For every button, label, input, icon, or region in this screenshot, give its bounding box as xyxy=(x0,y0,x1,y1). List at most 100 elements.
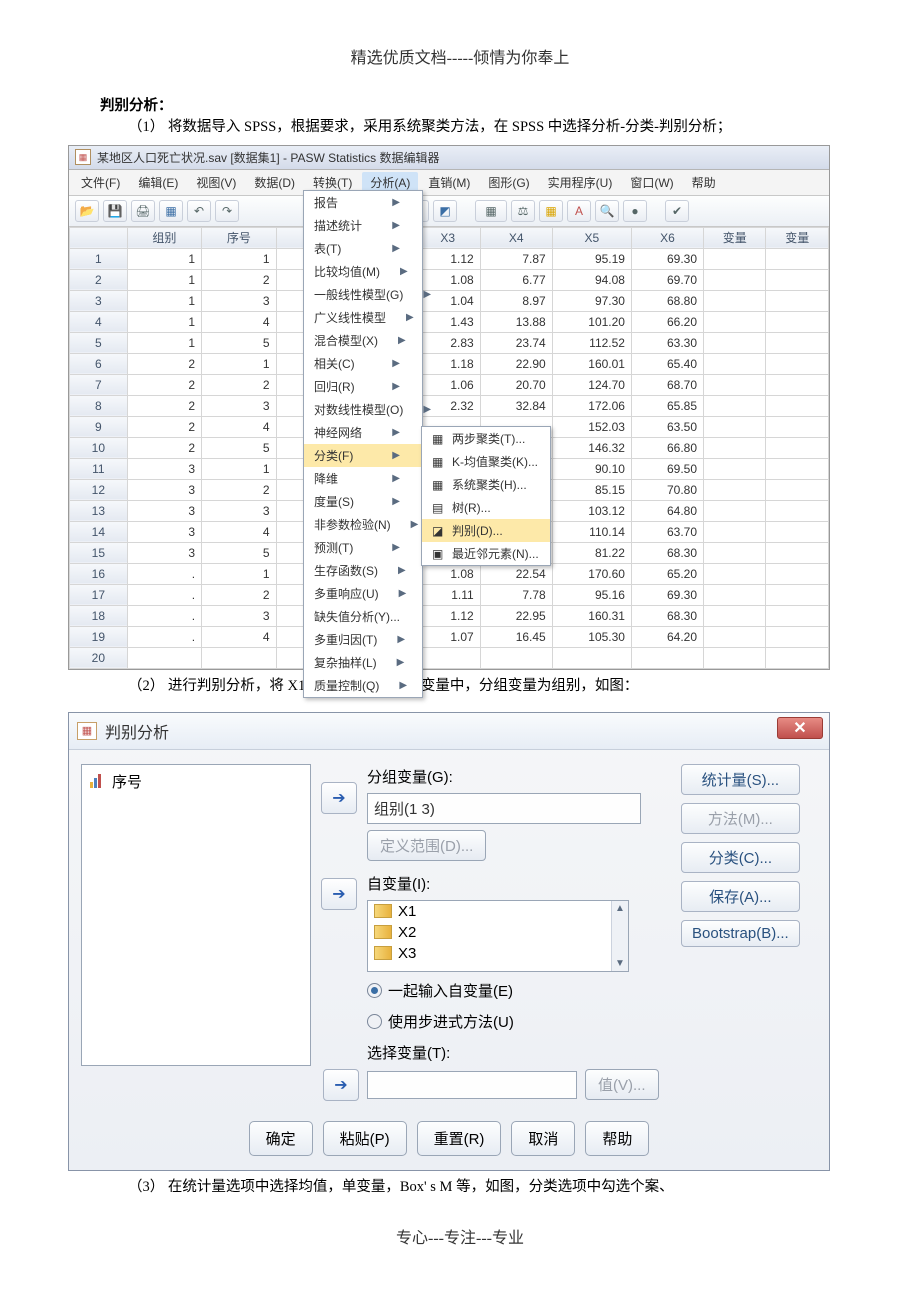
cell[interactable]: 64.80 xyxy=(631,500,703,521)
submenu-item[interactable]: ▦系统聚类(H)... xyxy=(422,473,550,496)
tool-run-icon[interactable]: ◩ xyxy=(433,200,457,222)
cell[interactable]: 1.43 xyxy=(415,311,480,332)
cell[interactable] xyxy=(766,605,829,626)
cell[interactable] xyxy=(704,647,766,668)
cell[interactable]: 152.03 xyxy=(552,416,631,437)
value-button[interactable]: 值(V)... xyxy=(585,1069,659,1100)
cell[interactable]: 65.85 xyxy=(631,395,703,416)
row-header[interactable]: 13 xyxy=(70,500,128,521)
cell[interactable] xyxy=(766,542,829,563)
cell[interactable] xyxy=(766,290,829,311)
source-variable-list[interactable]: 序号 xyxy=(81,764,311,1066)
menu-item[interactable]: 预测(T)▶ xyxy=(304,536,422,559)
cell[interactable]: 22.95 xyxy=(480,605,552,626)
save-button[interactable]: 保存(A)... xyxy=(681,881,800,912)
cell[interactable]: 2 xyxy=(202,479,276,500)
cell[interactable]: 3 xyxy=(127,458,201,479)
menu-item[interactable]: 神经网络▶ xyxy=(304,421,422,444)
cell[interactable]: 32.84 xyxy=(480,395,552,416)
cell[interactable] xyxy=(704,479,766,500)
tool-grid-icon[interactable]: ▦ xyxy=(475,200,507,222)
cell[interactable] xyxy=(766,248,829,269)
tool-print-icon[interactable]: 🖨 xyxy=(131,200,155,222)
tool-weight-icon[interactable]: ⚖ xyxy=(511,200,535,222)
menu-utilities[interactable]: 实用程序(U) xyxy=(540,172,621,193)
cell[interactable]: 70.80 xyxy=(631,479,703,500)
cell[interactable]: 1.12 xyxy=(415,248,480,269)
menu-window[interactable]: 窗口(W) xyxy=(622,172,681,193)
menu-item[interactable]: 表(T)▶ xyxy=(304,237,422,260)
menu-item[interactable]: 混合模型(X)▶ xyxy=(304,329,422,352)
menu-view[interactable]: 视图(V) xyxy=(188,172,244,193)
cell[interactable] xyxy=(766,458,829,479)
cell[interactable]: 3 xyxy=(127,521,201,542)
cell[interactable]: 3 xyxy=(127,542,201,563)
move-to-grouping-button[interactable]: ➔ xyxy=(321,782,357,814)
cell[interactable]: 2 xyxy=(127,416,201,437)
cell[interactable]: 1 xyxy=(202,563,276,584)
cell[interactable]: 63.50 xyxy=(631,416,703,437)
close-button[interactable]: ✕ xyxy=(777,717,823,739)
cell[interactable] xyxy=(704,353,766,374)
cell[interactable]: 69.50 xyxy=(631,458,703,479)
col-header[interactable]: X6 xyxy=(631,227,703,248)
cell[interactable] xyxy=(766,395,829,416)
cell[interactable] xyxy=(704,416,766,437)
row-header[interactable]: 6 xyxy=(70,353,128,374)
cell[interactable]: 2 xyxy=(127,395,201,416)
menu-item[interactable]: 非参数检验(N)▶ xyxy=(304,513,422,536)
cell[interactable]: 90.10 xyxy=(552,458,631,479)
method-button[interactable]: 方法(M)... xyxy=(681,803,800,834)
cell[interactable] xyxy=(766,374,829,395)
menu-item[interactable]: 质量控制(Q)▶ xyxy=(304,674,422,697)
cell[interactable]: 63.30 xyxy=(631,332,703,353)
cell[interactable]: 63.70 xyxy=(631,521,703,542)
cell[interactable]: 3 xyxy=(202,395,276,416)
cell[interactable]: 3 xyxy=(202,290,276,311)
select-var-field[interactable] xyxy=(367,1071,577,1099)
row-header[interactable]: 15 xyxy=(70,542,128,563)
list-item[interactable]: X2 xyxy=(368,922,628,943)
bootstrap-button[interactable]: Bootstrap(B)... xyxy=(681,920,800,947)
menu-item[interactable]: 度量(S)▶ xyxy=(304,490,422,513)
grouping-field[interactable]: 组别(1 3) xyxy=(367,793,641,824)
cell[interactable] xyxy=(766,647,829,668)
statistics-button[interactable]: 统计量(S)... xyxy=(681,764,800,795)
row-header[interactable]: 17 xyxy=(70,584,128,605)
cell[interactable] xyxy=(704,374,766,395)
paste-button[interactable]: 粘贴(P) xyxy=(323,1121,407,1156)
row-header[interactable]: 10 xyxy=(70,437,128,458)
cell[interactable]: 2 xyxy=(202,374,276,395)
cell[interactable]: 1 xyxy=(127,269,201,290)
cell[interactable]: 103.12 xyxy=(552,500,631,521)
menu-direct[interactable]: 直销(M) xyxy=(420,172,478,193)
cell[interactable]: 5 xyxy=(202,332,276,353)
cell[interactable] xyxy=(704,311,766,332)
col-header[interactable]: X5 xyxy=(552,227,631,248)
row-header[interactable]: 2 xyxy=(70,269,128,290)
define-range-button[interactable]: 定义范围(D)... xyxy=(367,830,486,861)
cell[interactable]: 1.12 xyxy=(415,605,480,626)
menu-item[interactable]: 描述统计▶ xyxy=(304,214,422,237)
submenu-item[interactable]: ◪判别(D)... xyxy=(422,519,550,542)
scroll-down-icon[interactable]: ▼ xyxy=(615,956,625,971)
cell[interactable]: 1.06 xyxy=(415,374,480,395)
cell[interactable]: 95.16 xyxy=(552,584,631,605)
menu-item[interactable]: 回归(R)▶ xyxy=(304,375,422,398)
cell[interactable] xyxy=(415,647,480,668)
cell[interactable]: 5 xyxy=(202,437,276,458)
cell[interactable]: 1.07 xyxy=(415,626,480,647)
cell[interactable]: 4 xyxy=(202,311,276,332)
cell[interactable]: 69.30 xyxy=(631,584,703,605)
row-header[interactable]: 1 xyxy=(70,248,128,269)
row-header[interactable]: 9 xyxy=(70,416,128,437)
cell[interactable] xyxy=(631,647,703,668)
row-header[interactable]: 4 xyxy=(70,311,128,332)
cell[interactable]: 101.20 xyxy=(552,311,631,332)
cell[interactable] xyxy=(127,647,201,668)
cell[interactable] xyxy=(704,563,766,584)
cell[interactable]: 8.97 xyxy=(480,290,552,311)
menu-file[interactable]: 文件(F) xyxy=(73,172,128,193)
cell[interactable]: 146.32 xyxy=(552,437,631,458)
submenu-item[interactable]: ▦K-均值聚类(K)... xyxy=(422,450,550,473)
